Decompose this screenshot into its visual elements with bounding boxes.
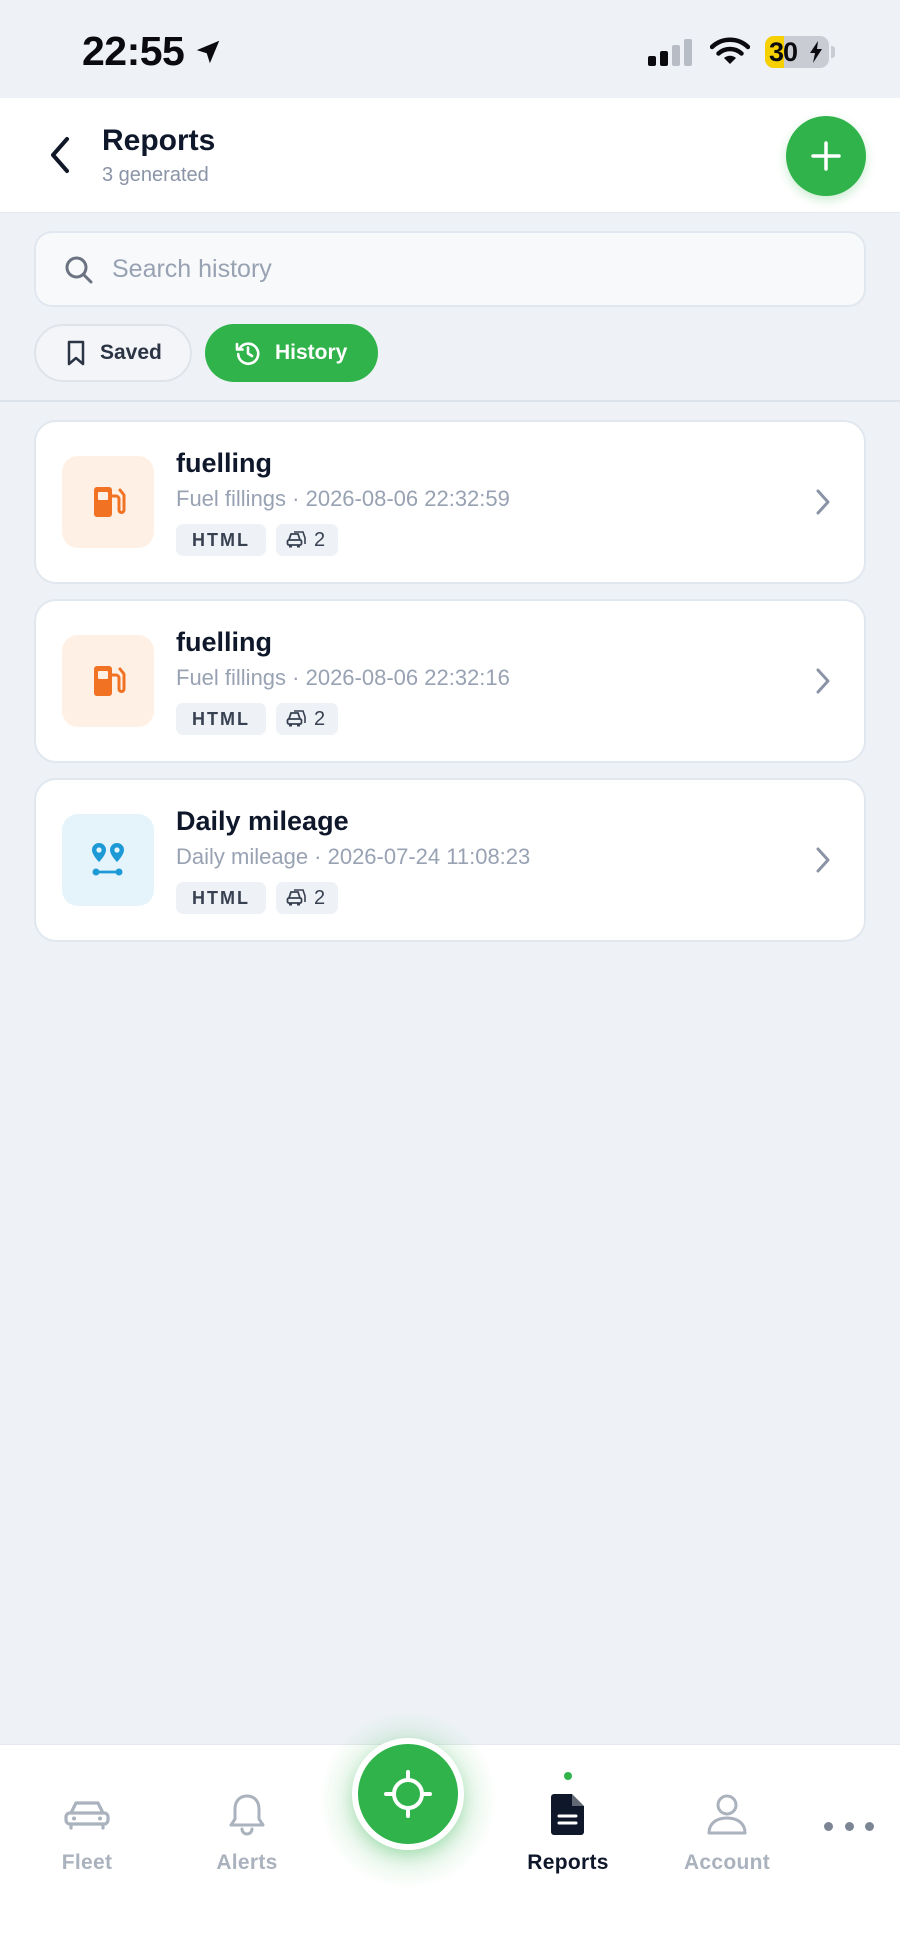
fuel-pump-icon <box>94 666 126 696</box>
chevron-right-icon <box>816 847 830 873</box>
car-icon <box>286 531 306 549</box>
vehicle-count-badge: 2 <box>276 703 338 735</box>
report-name: fuelling <box>176 627 272 657</box>
format-badge: HTML <box>176 524 266 556</box>
nav-reports-label: Reports <box>527 1851 609 1874</box>
back-button[interactable] <box>38 128 82 182</box>
tab-saved-label: Saved <box>100 341 162 364</box>
nav-reports[interactable]: Reports <box>508 1789 628 1875</box>
nav-alerts-label: Alerts <box>216 1851 278 1874</box>
report-thumbnail <box>62 635 154 727</box>
bell-icon <box>229 1794 265 1836</box>
app-header: Reports 3 generated <box>0 98 900 213</box>
format-badge: HTML <box>176 703 266 735</box>
report-item[interactable]: fuelling Fuel fillings · 2026-08-06 22:3… <box>34 420 866 584</box>
nav-fleet[interactable]: Fleet <box>27 1789 147 1875</box>
user-icon <box>707 1794 747 1835</box>
tab-history-label: History <box>275 341 348 364</box>
history-icon <box>235 340 261 366</box>
battery-percentage: 30 <box>769 37 798 67</box>
vehicle-count-badge: 2 <box>276 882 338 914</box>
divider <box>0 400 900 402</box>
more-icon <box>865 1821 874 1831</box>
more-button[interactable] <box>824 1813 874 1839</box>
car-icon <box>64 1801 110 1830</box>
report-meta: Fuel fillings · 2026-08-06 22:32:59 <box>176 486 510 511</box>
cellular-signal-icon <box>648 39 692 66</box>
nav-fleet-label: Fleet <box>61 1851 113 1874</box>
vehicle-count: 2 <box>314 528 326 551</box>
report-item[interactable]: fuelling Fuel fillings · 2026-08-06 22:3… <box>34 599 866 763</box>
status-time: 22:55 <box>82 28 185 74</box>
location-arrow-icon <box>196 40 220 64</box>
car-icon <box>286 889 306 907</box>
report-meta: Fuel fillings · 2026-08-06 22:32:16 <box>176 665 510 690</box>
more-icon <box>844 1821 854 1831</box>
more-icon <box>824 1821 833 1831</box>
report-thumbnail <box>62 814 154 906</box>
vehicle-count: 2 <box>314 707 326 730</box>
search-icon <box>65 256 93 284</box>
report-thumbnail <box>62 456 154 548</box>
report-item[interactable]: Daily mileage Daily mileage · 2026-07-24… <box>34 778 866 942</box>
add-report-button[interactable] <box>786 116 866 196</box>
vehicle-count-badge: 2 <box>276 524 338 556</box>
wifi-icon <box>710 37 750 64</box>
tab-history[interactable]: History <box>205 324 378 382</box>
document-icon <box>551 1794 584 1835</box>
format-badge: HTML <box>176 882 266 914</box>
chevron-right-icon <box>816 668 830 694</box>
vehicle-count: 2 <box>314 886 326 909</box>
page-title: Reports <box>102 124 216 157</box>
tab-saved[interactable]: Saved <box>34 324 192 382</box>
plus-icon <box>811 141 841 171</box>
car-icon <box>286 710 306 728</box>
crosshair-icon <box>384 1770 432 1818</box>
fuel-pump-icon <box>94 487 126 517</box>
charging-bolt-icon <box>810 41 822 63</box>
nav-account-label: Account <box>683 1851 771 1874</box>
report-meta: Daily mileage · 2026-07-24 11:08:23 <box>176 844 531 869</box>
nav-account[interactable]: Account <box>667 1789 787 1875</box>
route-icon <box>92 843 124 876</box>
page-subtitle: 3 generated <box>102 164 209 186</box>
search-input[interactable] <box>112 247 832 291</box>
battery-nub <box>831 46 835 58</box>
bookmark-icon <box>66 340 86 366</box>
search-bar <box>34 231 866 307</box>
report-name: fuelling <box>176 448 272 478</box>
chevron-right-icon <box>816 489 830 515</box>
report-name: Daily mileage <box>176 806 349 836</box>
locate-button[interactable] <box>352 1738 464 1850</box>
status-bar: 22:55 30 <box>0 0 900 98</box>
active-indicator-dot <box>564 1772 572 1780</box>
nav-alerts[interactable]: Alerts <box>187 1789 307 1875</box>
chevron-left-icon <box>51 137 69 173</box>
